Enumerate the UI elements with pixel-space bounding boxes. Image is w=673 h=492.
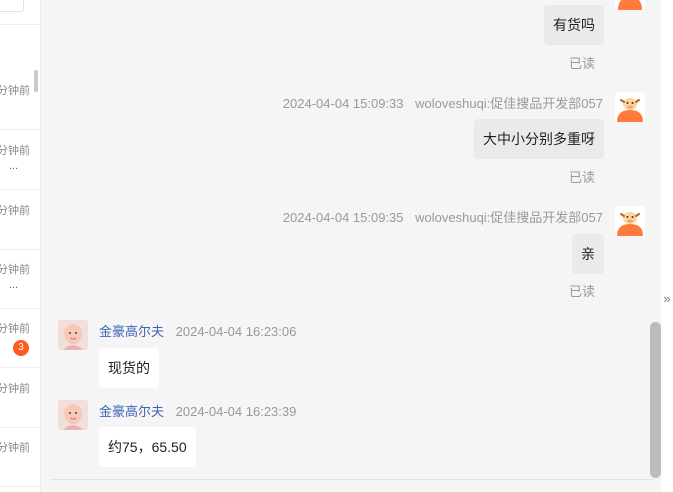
avatar <box>615 206 645 236</box>
avatar <box>58 320 88 350</box>
message-bubble: 约75，65.50 <box>99 427 196 467</box>
bull-avatar-icon <box>615 92 645 122</box>
chat-message-area: 有货吗 已读 2024-04-04 15:09:33 woloveshuqi:促… <box>41 0 661 492</box>
read-status: 已读 <box>568 170 595 185</box>
message-bubble: 亲 <box>572 234 604 274</box>
read-status: 已读 <box>568 284 595 299</box>
message-timestamp: 2024-04-04 16:23:06 <box>175 324 297 339</box>
divider <box>0 24 40 25</box>
conversation-time: 分钟前 <box>0 442 30 454</box>
conversation-item[interactable]: 分钟前 <box>0 427 40 487</box>
side-panel-edge <box>661 0 673 492</box>
conversation-item[interactable]: 分钟前 ... <box>0 249 40 309</box>
conversation-time: 分钟前 <box>0 205 30 217</box>
conversation-list: 分钟前 分钟前 ... 分钟前 分钟前 ... 分钟前 3 分钟前 分钟前 <box>0 0 41 492</box>
message-meta: 金豪高尔夫 2024-04-04 16:23:39 <box>99 401 296 420</box>
avatar <box>58 400 88 430</box>
conversation-time: 分钟前 <box>0 145 30 157</box>
conversation-time: 分钟前 <box>0 264 30 276</box>
sender-name: woloveshuqi:促佳搜品开发部057 <box>415 96 603 111</box>
conversation-preview: ... <box>8 160 18 172</box>
list-toggle-button[interactable] <box>0 0 24 12</box>
baby-avatar-icon <box>58 400 88 430</box>
conversation-time: 分钟前 <box>0 85 30 97</box>
message-meta: 2024-04-04 15:09:35 woloveshuqi:促佳搜品开发部0… <box>283 207 603 226</box>
unread-badge: 3 <box>13 340 29 356</box>
message-timestamp: 2024-04-04 15:09:35 <box>282 210 404 225</box>
conversation-item[interactable]: 分钟前 <box>0 70 40 130</box>
double-chevron-right-icon: » <box>663 291 671 306</box>
message-timestamp: 2024-04-04 15:09:33 <box>282 96 404 111</box>
message-meta: 金豪高尔夫 2024-04-04 16:23:06 <box>99 321 296 340</box>
conversation-item[interactable]: 分钟前 <box>0 190 40 250</box>
message-bubble: 现货的 <box>99 348 159 388</box>
baby-avatar-icon <box>58 320 88 350</box>
conversation-time: 分钟前 <box>0 323 30 335</box>
sender-name[interactable]: 金豪高尔夫 <box>99 404 164 419</box>
conversation-item[interactable]: 分钟前 <box>0 368 40 428</box>
conversation-time: 分钟前 <box>0 383 30 395</box>
message-meta: 2024-04-04 15:09:33 woloveshuqi:促佳搜品开发部0… <box>283 93 603 112</box>
bull-avatar-icon <box>615 0 645 10</box>
chat-scrollbar-thumb[interactable] <box>650 322 661 478</box>
conversation-item[interactable]: 分钟前 ... <box>0 130 40 190</box>
input-divider <box>51 479 653 480</box>
sender-name: woloveshuqi:促佳搜品开发部057 <box>415 210 603 225</box>
conversation-preview: ... <box>8 279 18 291</box>
read-status: 已读 <box>568 56 595 71</box>
avatar <box>615 0 645 10</box>
message-timestamp: 2024-04-04 16:23:39 <box>175 404 297 419</box>
bull-avatar-icon <box>615 206 645 236</box>
conversation-item[interactable]: 分钟前 3 <box>0 308 40 368</box>
sender-name[interactable]: 金豪高尔夫 <box>99 324 164 339</box>
panel-collapse-button[interactable]: » <box>661 284 673 314</box>
message-bubble: 大中小分别多重呀 <box>474 119 604 159</box>
message-bubble: 有货吗 <box>544 5 604 45</box>
avatar <box>615 92 645 122</box>
